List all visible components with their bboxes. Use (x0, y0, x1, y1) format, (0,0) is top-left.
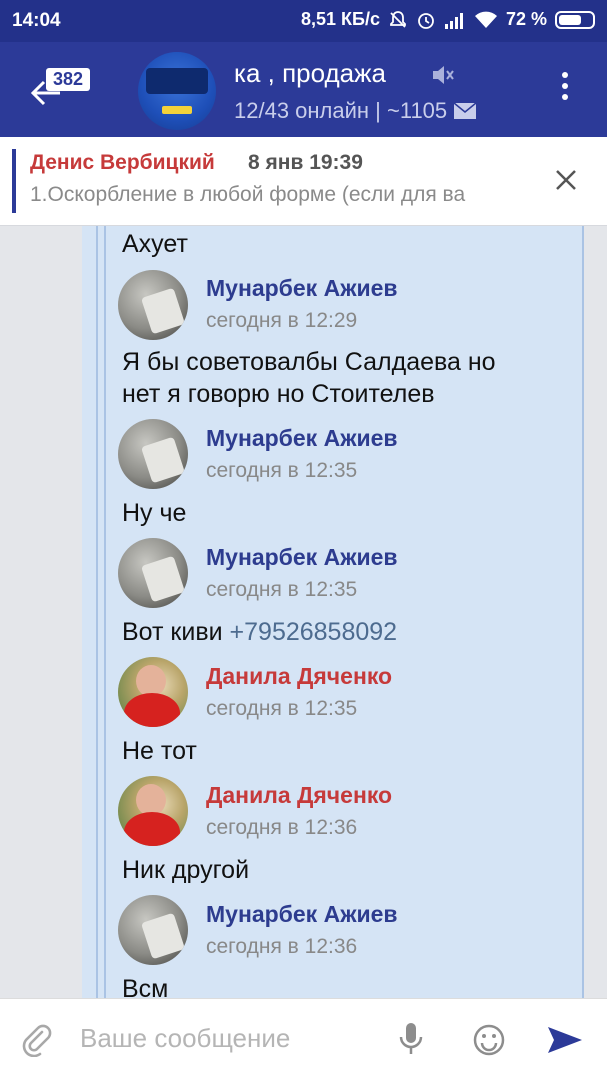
message-text: Ахует (122, 230, 188, 258)
status-bar: 14:04 8,51 КБ/с 72 % (0, 0, 607, 42)
sender-name[interactable]: Данила Дяченко (206, 782, 392, 809)
message-composer: Ваше сообщение (0, 998, 607, 1081)
back-button[interactable]: 382 (20, 58, 120, 120)
phone-link[interactable]: +79526858092 (230, 618, 398, 646)
more-menu-icon[interactable] (559, 72, 571, 108)
wifi-icon (474, 11, 498, 29)
avatar[interactable] (118, 538, 188, 608)
quote-line (96, 226, 98, 998)
emoji-icon[interactable] (472, 1023, 506, 1057)
close-icon[interactable] (555, 169, 577, 191)
muted-speaker-icon (433, 66, 454, 84)
avatar[interactable] (118, 895, 188, 965)
online-count: 12/43 онлайн | ~1105 (234, 98, 448, 123)
status-indicators: 8,51 КБ/с 72 % (301, 9, 595, 30)
microphone-icon[interactable] (398, 1021, 424, 1057)
message-timestamp: сегодня в 12:36 (206, 935, 358, 958)
message-text: Не тот (122, 737, 197, 765)
avatar[interactable] (118, 776, 188, 846)
chat-header: 382 ка , продажа 12/43 онлайн | ~1105 (0, 42, 607, 137)
pinned-author: Денис Вербицкий (30, 151, 215, 174)
message-timestamp: сегодня в 12:29 (206, 309, 358, 332)
message-input[interactable]: Ваше сообщение (80, 1023, 290, 1054)
pinned-text: 1.Оскорбление в любой форме (если для ва (30, 183, 466, 206)
chat-avatar-graphic (146, 68, 208, 94)
avatar[interactable] (118, 270, 188, 340)
sender-name[interactable]: Мунарбек Ажиев (206, 425, 398, 452)
pinned-message[interactable]: Денис Вербицкий 8 янв 19:39 1.Оскорблени… (0, 137, 607, 226)
battery-icon (555, 10, 595, 29)
pinned-accent (12, 149, 16, 213)
sender-name[interactable]: Мунарбек Ажиев (206, 901, 398, 928)
message-timestamp: сегодня в 12:35 (206, 697, 358, 720)
message-text: Всм (122, 975, 169, 998)
avatar[interactable] (118, 657, 188, 727)
sender-name[interactable]: Данила Дяченко (206, 663, 392, 690)
chat-subtitle: 12/43 онлайн | ~1105 (234, 98, 477, 124)
message-text: Ну че (122, 499, 187, 527)
envelope-icon (453, 102, 477, 119)
quote-line (104, 226, 106, 998)
pinned-date: 8 янв 19:39 (248, 151, 363, 174)
avatar[interactable] (118, 419, 188, 489)
status-time: 14:04 (12, 10, 61, 31)
message-text: Вот киви +79526858092 (122, 616, 397, 648)
message-timestamp: сегодня в 12:36 (206, 816, 358, 839)
message-text: нет я говорю но Стоителев (122, 380, 435, 408)
sender-name[interactable]: Мунарбек Ажиев (206, 275, 398, 302)
message-text-body: Вот киви (122, 618, 230, 646)
sender-name[interactable]: Мунарбек Ажиев (206, 544, 398, 571)
network-speed: 8,51 КБ/с (300, 9, 380, 29)
message-text: Я бы советовалбы Салдаева но (122, 348, 496, 376)
signal-icon (444, 11, 466, 29)
message-timestamp: сегодня в 12:35 (206, 578, 358, 601)
battery-percent: 72 % (505, 9, 547, 29)
alarm-icon (416, 10, 436, 30)
quote-line (582, 226, 584, 998)
message-list[interactable]: Ахует Мунарбек Ажиев сегодня в 12:29 Я б… (0, 226, 607, 998)
message-timestamp: сегодня в 12:35 (206, 459, 358, 482)
back-arrow-icon (30, 80, 60, 106)
battery-fill (559, 14, 582, 25)
chat-avatar-graphic-bar (162, 106, 192, 114)
chat-title[interactable]: ка , продажа (234, 58, 386, 89)
chat-avatar[interactable] (138, 52, 216, 130)
paperclip-icon[interactable] (20, 1023, 54, 1057)
message-text: Ник другой (122, 856, 250, 884)
send-icon[interactable] (546, 1025, 584, 1055)
mute-bell-icon (388, 10, 408, 30)
